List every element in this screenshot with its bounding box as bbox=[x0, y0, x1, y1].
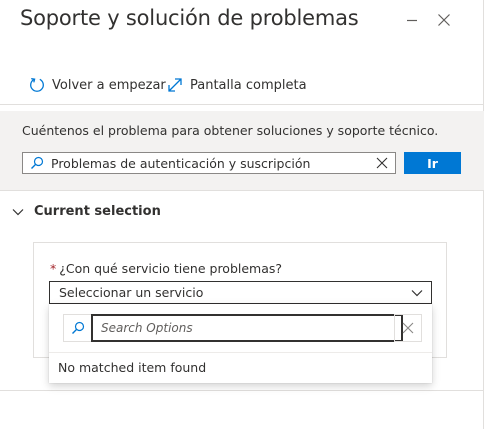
restart-button[interactable]: Volver a empezar bbox=[28, 76, 166, 94]
restart-label: Volver a empezar bbox=[52, 77, 166, 93]
band-divider bbox=[0, 190, 484, 191]
search-icon bbox=[23, 156, 51, 170]
current-selection-header[interactable]: Current selection bbox=[12, 204, 161, 219]
chevron-down-icon bbox=[12, 208, 24, 215]
close-icon bbox=[402, 322, 414, 334]
no-match-message: No matched item found bbox=[58, 360, 207, 375]
options-search-input[interactable] bbox=[91, 314, 403, 342]
page-title: Soporte y solución de problemas bbox=[20, 6, 359, 30]
go-button[interactable]: Ir bbox=[404, 152, 461, 174]
options-clear-button[interactable] bbox=[394, 314, 422, 342]
minimize-icon[interactable] bbox=[400, 8, 424, 32]
clear-search-icon[interactable] bbox=[369, 157, 395, 169]
fullscreen-button[interactable]: Pantalla completa bbox=[166, 76, 307, 94]
close-icon[interactable] bbox=[432, 8, 456, 32]
chevron-down-icon bbox=[411, 289, 423, 296]
search-description: Cuéntenos el problema para obtener soluc… bbox=[22, 123, 439, 138]
toolbar-divider bbox=[0, 104, 484, 105]
service-question: * ¿Con qué servicio tiene problemas? bbox=[50, 261, 282, 276]
search-icon bbox=[64, 315, 91, 341]
content-divider bbox=[0, 390, 484, 391]
required-mark: * bbox=[50, 261, 57, 276]
problem-search-input[interactable]: Problemas de autenticación y suscripción bbox=[22, 152, 396, 174]
service-question-text: ¿Con qué servicio tiene problemas? bbox=[59, 261, 283, 276]
fullscreen-label: Pantalla completa bbox=[190, 77, 307, 93]
popup-divider bbox=[49, 352, 432, 353]
options-search bbox=[63, 314, 403, 342]
expand-icon bbox=[168, 78, 182, 92]
problem-search-value: Problemas de autenticación y suscripción bbox=[51, 155, 311, 171]
refresh-icon bbox=[30, 77, 44, 92]
service-options-popup: No matched item found bbox=[49, 304, 432, 383]
section-title: Current selection bbox=[34, 204, 161, 219]
service-dropdown[interactable]: Seleccionar un servicio bbox=[49, 281, 432, 304]
problem-search-band: Cuéntenos el problema para obtener soluc… bbox=[0, 111, 484, 190]
service-dropdown-value: Seleccionar un servicio bbox=[59, 285, 204, 300]
